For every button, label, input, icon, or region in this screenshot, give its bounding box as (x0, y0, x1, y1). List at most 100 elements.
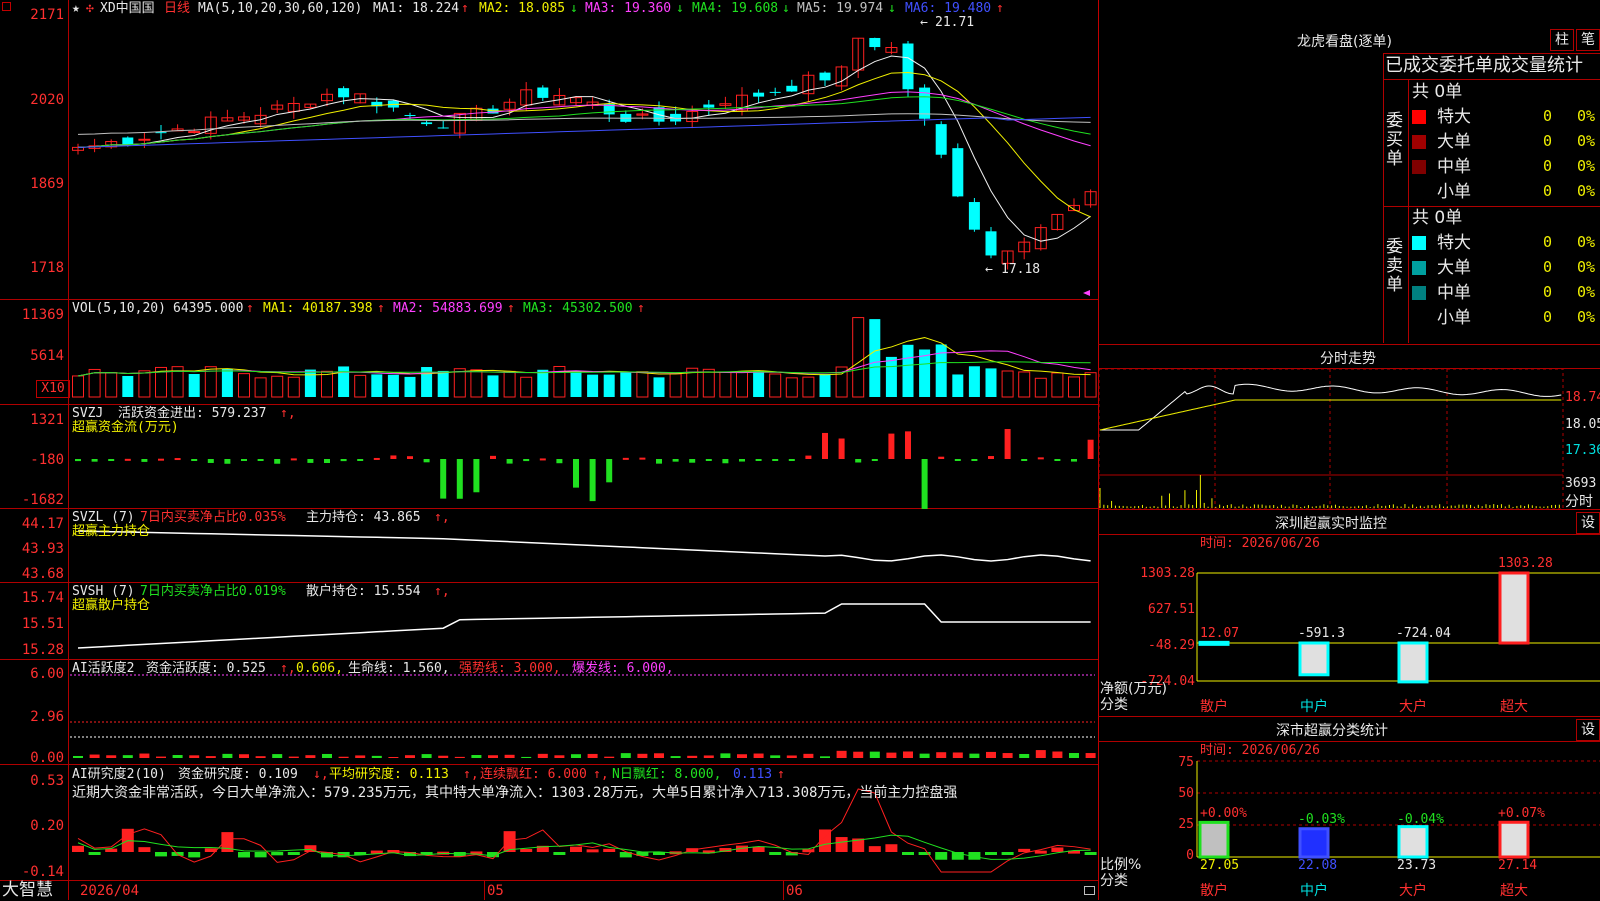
tab-bar-mode[interactable]: 柱 (1550, 29, 1574, 51)
class-ylabel: 比例% (1100, 857, 1142, 873)
x-axis-month: 05 (487, 883, 504, 899)
research-bar (287, 852, 300, 855)
tab-tick-mode[interactable]: 笔 (1576, 29, 1600, 51)
vol-bar (105, 372, 118, 398)
flow-bar (174, 458, 181, 461)
flow-bar (755, 459, 762, 461)
research-bar (1034, 850, 1047, 854)
flow-bar (307, 459, 314, 463)
class-tick: 75 (1178, 755, 1194, 770)
intraday-price-line (1100, 383, 1562, 431)
buy-row-label: 小单 (1437, 182, 1471, 202)
flow-bar (224, 459, 231, 464)
candle-body (122, 137, 134, 145)
flow-bar (407, 456, 413, 459)
activity-bar (305, 755, 316, 758)
vol-bar (338, 366, 350, 397)
class-pct: -0.03% (1298, 812, 1345, 827)
flow-bar (622, 457, 629, 460)
sell-row-pct: 0% (1577, 283, 1596, 301)
research-bar (769, 852, 782, 855)
vol-bar (188, 374, 200, 397)
class-settings-button[interactable]: 设 (1576, 719, 1600, 741)
flow-bar (440, 459, 447, 499)
svzl-title: SVZL (7) (72, 510, 135, 525)
divider (1098, 741, 1600, 742)
research-bar (254, 852, 267, 858)
flow-bar (191, 459, 198, 461)
vol-bar (287, 376, 300, 398)
class-pct: -0.04% (1397, 812, 1444, 827)
star-icon[interactable]: ★ (72, 1, 80, 16)
flow-bar (739, 459, 745, 462)
vol-bar (968, 366, 980, 397)
activity-bar (405, 755, 415, 758)
buy-row-count: 0 (1543, 157, 1553, 175)
activity-bar (604, 756, 615, 758)
research-bar (553, 852, 566, 855)
flow-bar (158, 458, 164, 461)
activity-bar (936, 752, 947, 758)
ai1-burst-line: 爆发线: 6.000, (572, 661, 674, 676)
candle-body (935, 124, 947, 155)
vol-bar (1068, 376, 1080, 398)
ai1-title: AI活跃度2 (72, 661, 135, 676)
flow-bar (473, 459, 480, 493)
vol-bar (636, 371, 649, 398)
vol-bar (138, 370, 151, 398)
vol-bar (985, 368, 997, 397)
vol-bar (869, 319, 881, 397)
buy-color-swatch (1412, 160, 1426, 174)
vol-bar (587, 374, 599, 397)
flow-bar (108, 459, 115, 461)
activity-bar (637, 753, 648, 758)
research-bar (271, 852, 284, 856)
buy-orders-label: 委买单 (1386, 111, 1403, 169)
flow-bar (871, 459, 878, 461)
vol-bar (520, 376, 533, 398)
monitor-value-retail: 12.07 (1200, 626, 1240, 641)
window-menu-icon[interactable] (2, 2, 11, 11)
flow-bar (921, 459, 928, 509)
sell-row-pct: 0% (1577, 233, 1596, 251)
settings-cross-icon[interactable]: ✣ (86, 1, 94, 16)
class-val: 27.14 (1498, 858, 1538, 873)
period-label[interactable]: 日线 (164, 1, 190, 16)
activity-bar (504, 754, 515, 758)
activity-bar (803, 753, 814, 758)
vol-bar (620, 371, 632, 397)
flow-bar (838, 438, 845, 459)
vol-bar (852, 317, 865, 398)
buy-total: 共 0单 (1412, 82, 1463, 102)
vol-bar (254, 377, 267, 398)
class-cat: 散户 (1200, 883, 1228, 899)
vol-bar (321, 370, 333, 398)
fs-title: 分时走势 (1320, 351, 1376, 367)
vol-bar (885, 356, 897, 397)
activity-bar (670, 756, 681, 758)
candle-body (902, 43, 914, 90)
flow-bar (1004, 429, 1011, 459)
flow-bar (423, 459, 430, 463)
divider (1383, 206, 1600, 207)
flow-bar (91, 459, 98, 462)
buy-row-count: 0 (1543, 182, 1553, 200)
monitor-tick: -48.29 (1148, 638, 1195, 653)
monitor-settings-button[interactable]: 设 (1576, 512, 1600, 534)
svsh-value: 散户持仓: 15.554 (306, 584, 421, 599)
divider (1383, 53, 1384, 343)
activity-bar (454, 756, 465, 758)
ai1-strong-line: 强势线: 3.000, (459, 661, 561, 676)
activity-bar (952, 752, 963, 758)
retail-holding-line (77, 603, 1091, 649)
vol-bar (736, 371, 748, 398)
sell-color-swatch (1412, 311, 1426, 325)
ai2-extra: 0.113 (733, 767, 773, 782)
candle-body (869, 37, 881, 48)
research-bar (835, 837, 848, 852)
vol-value: 64395.000 (173, 301, 244, 316)
activity-bar (571, 754, 581, 758)
lock-icon[interactable] (1084, 886, 1095, 895)
sell-color-swatch (1412, 261, 1426, 275)
candlestick-chart[interactable] (0, 0, 1600, 900)
